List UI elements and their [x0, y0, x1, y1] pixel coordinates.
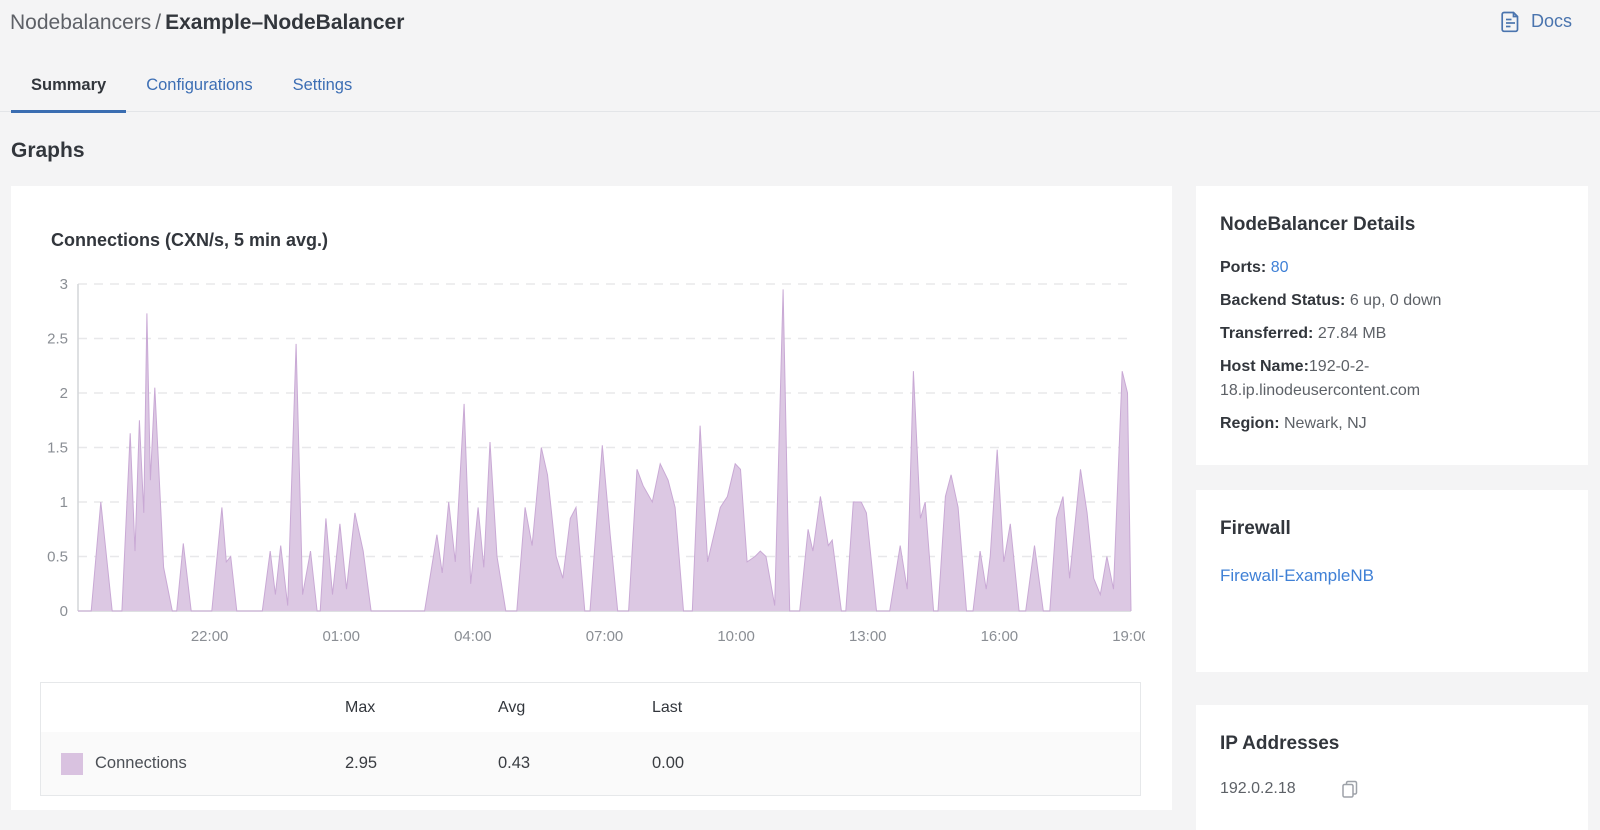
docs-label: Docs	[1530, 11, 1572, 31]
breadcrumb: Nodebalancers / Example–NodeBalancer	[10, 8, 404, 38]
firewall-link[interactable]: Firewall-ExampleNB	[1220, 566, 1374, 585]
nodebalancer-details-card: NodeBalancer Details Ports: 80 Backend S…	[1196, 186, 1588, 465]
ip-addresses-card: IP Addresses 192.0.2.18	[1196, 705, 1588, 830]
page-title: Example–NodeBalancer	[165, 11, 405, 34]
col-header-avg: Avg	[498, 698, 526, 716]
host-name-row: Host Name:192-0-2-18.ip.linodeuserconten…	[1220, 355, 1564, 403]
ip-card-title: IP Addresses	[1220, 733, 1340, 754]
backend-status-row: Backend Status: 6 up, 0 down	[1220, 289, 1564, 313]
connections-avg-value: 0.43	[498, 754, 531, 772]
transferred-value: 27.84 MB	[1317, 325, 1387, 342]
connections-legend-swatch	[61, 752, 83, 775]
svg-text:0: 0	[60, 603, 68, 620]
transferred-row: Transferred: 27.84 MB	[1220, 322, 1564, 346]
ports-row: Ports: 80	[1220, 256, 1564, 280]
svg-text:13:00: 13:00	[849, 628, 887, 645]
col-header-max: Max	[345, 698, 376, 716]
svg-text:16:00: 16:00	[981, 628, 1019, 645]
tab-summary[interactable]: Summary	[11, 60, 127, 113]
tab-bar: Summary Configurations Settings	[0, 60, 1600, 113]
metrics-table-header: Max Avg Last	[41, 683, 1140, 732]
host-name-label: Host Name:	[1220, 358, 1309, 375]
svg-text:04:00: 04:00	[454, 628, 492, 645]
svg-text:07:00: 07:00	[586, 628, 624, 645]
connections-area-chart: 0 0.5 1 1.5 2 2.5 3 22:00 01:00 04:00 07:00 10:00 13…	[47, 276, 1145, 645]
tab-settings[interactable]: Settings	[273, 60, 373, 111]
tab-configurations[interactable]: Configurations	[126, 60, 272, 111]
breadcrumb-nodebalancers-link[interactable]: Nodebalancers	[10, 11, 151, 34]
svg-text:0.5: 0.5	[47, 549, 68, 566]
connections-last-value: 0.00	[652, 754, 685, 772]
graphs-heading: Graphs	[11, 139, 85, 162]
graphs-card: Connections (CXN/s, 5 min avg.) 0 0.5 1 1.5…	[11, 186, 1172, 810]
ports-label: Ports:	[1220, 259, 1267, 276]
backend-status-value: 6 up, 0 down	[1349, 292, 1442, 309]
docs-link[interactable]: Docs	[1499, 10, 1572, 33]
region-label: Region:	[1220, 415, 1280, 432]
metrics-table-row-connections: Connections 2.95 0.43 0.00	[41, 732, 1140, 795]
breadcrumb-separator: /	[155, 11, 162, 34]
port-80-link[interactable]: 80	[1271, 259, 1289, 276]
svg-text:10:00: 10:00	[717, 628, 755, 645]
details-card-title: NodeBalancer Details	[1220, 214, 1416, 235]
svg-text:1.5: 1.5	[47, 440, 68, 457]
col-header-last: Last	[652, 698, 683, 716]
region-row: Region: Newark, NJ	[1220, 412, 1564, 436]
firewall-card-title: Firewall	[1220, 518, 1291, 539]
chart-title: Connections (CXN/s, 5 min avg.)	[51, 230, 329, 250]
backend-status-label: Backend Status:	[1220, 292, 1346, 309]
svg-text:22:00: 22:00	[191, 628, 229, 645]
ip-address-row: 192.0.2.18	[1220, 779, 1564, 799]
docs-icon	[1499, 10, 1522, 33]
svg-text:19:00: 19:00	[1112, 628, 1145, 645]
svg-text:2.5: 2.5	[47, 331, 68, 348]
firewall-card: Firewall Firewall-ExampleNB	[1196, 490, 1588, 672]
metrics-table: Max Avg Last Connections 2.95 0.43 0.00	[40, 682, 1141, 796]
connections-max-value: 2.95	[345, 754, 378, 772]
copy-ip-icon[interactable]	[1340, 779, 1360, 799]
ip-address-value: 192.0.2.18	[1220, 780, 1296, 797]
region-value: Newark, NJ	[1284, 415, 1367, 432]
svg-text:2: 2	[60, 385, 68, 402]
transferred-label: Transferred:	[1220, 325, 1314, 342]
svg-text:3: 3	[60, 276, 68, 293]
connections-legend-label: Connections	[95, 754, 187, 772]
svg-text:1: 1	[60, 494, 68, 511]
svg-text:01:00: 01:00	[322, 628, 360, 645]
